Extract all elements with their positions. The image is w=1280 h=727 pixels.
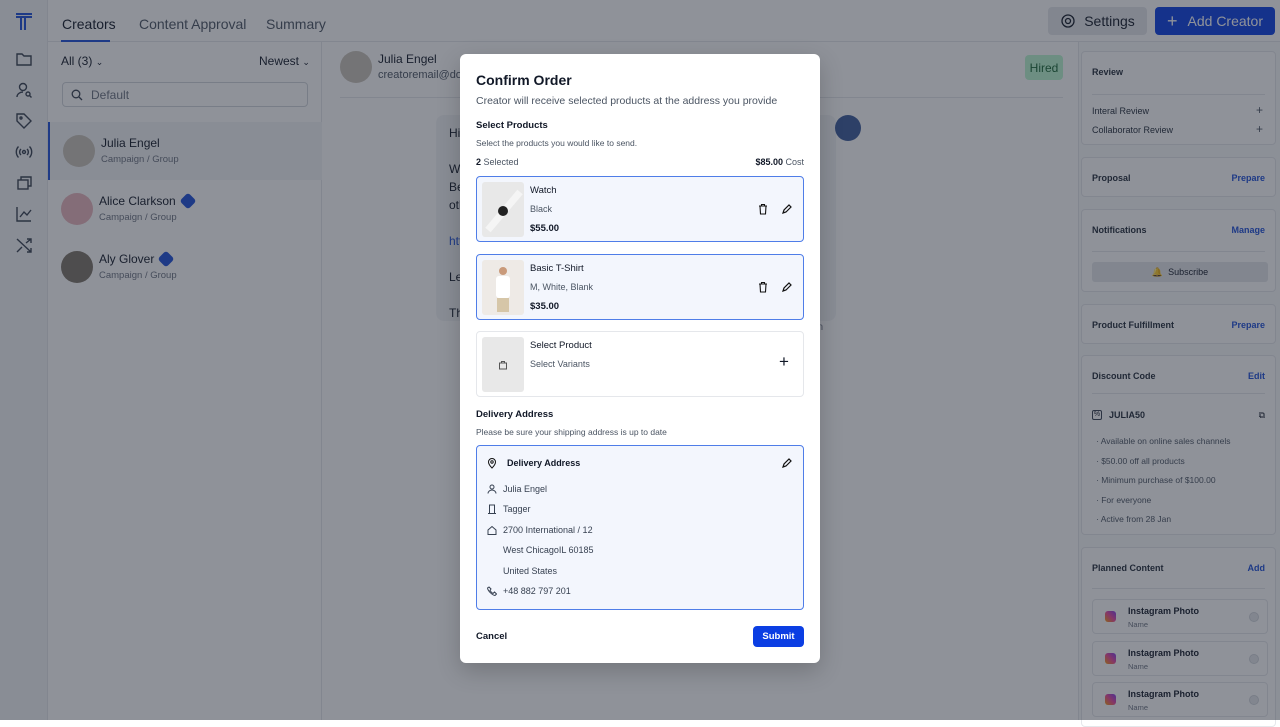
section-subtitle: Select the products you would like to se… bbox=[476, 138, 638, 148]
address-phone: +48 882 797 201 bbox=[503, 586, 571, 596]
address-street: 2700 International / 12 bbox=[503, 525, 593, 535]
address-name: Julia Engel bbox=[503, 484, 548, 494]
plus-icon[interactable]: + bbox=[779, 352, 789, 372]
modal-subtitle: Creator will receive selected products a… bbox=[476, 95, 778, 107]
building-icon bbox=[487, 504, 497, 514]
product-variant: Select Variants bbox=[530, 359, 590, 369]
home-icon bbox=[487, 525, 497, 535]
address-country: United States bbox=[503, 566, 558, 576]
product-name: Select Product bbox=[530, 340, 592, 351]
product-name: Basic T-Shirt bbox=[530, 263, 584, 274]
product-variant: M, White, Blank bbox=[530, 282, 594, 292]
section-title: Select Products bbox=[476, 120, 548, 131]
product-name: Watch bbox=[530, 185, 557, 196]
pencil-icon[interactable] bbox=[781, 457, 793, 469]
user-icon bbox=[487, 484, 497, 494]
product-card[interactable]: Basic T-Shirt M, White, Blank $35.00 bbox=[476, 254, 804, 320]
modal-title: Confirm Order bbox=[476, 72, 572, 88]
shopping-bag-icon bbox=[482, 337, 524, 392]
pencil-icon[interactable] bbox=[781, 203, 793, 215]
total-cost: $85.00 Cost bbox=[755, 157, 804, 167]
selected-count: 2 Selected bbox=[476, 157, 519, 167]
select-product-card[interactable]: Select Product Select Variants + bbox=[476, 331, 804, 397]
phone-icon bbox=[487, 586, 497, 596]
confirm-order-modal: Confirm Order Creator will receive selec… bbox=[460, 54, 820, 663]
cancel-button[interactable]: Cancel bbox=[476, 631, 507, 642]
product-price: $55.00 bbox=[530, 223, 560, 234]
location-pin-icon bbox=[487, 458, 497, 469]
trash-icon[interactable] bbox=[757, 281, 769, 293]
submit-button[interactable]: Submit bbox=[753, 626, 804, 647]
section-title: Delivery Address bbox=[476, 409, 554, 420]
pencil-icon[interactable] bbox=[781, 281, 793, 293]
product-image-watch bbox=[482, 182, 524, 237]
address-header: Delivery Address bbox=[507, 458, 581, 468]
address-city: West ChicagoIL 60185 bbox=[503, 545, 594, 555]
product-image-tshirt bbox=[482, 260, 524, 315]
product-card[interactable]: Watch Black $55.00 bbox=[476, 176, 804, 242]
trash-icon[interactable] bbox=[757, 203, 769, 215]
delivery-address-card: Delivery Address Julia Engel Tagger 2700… bbox=[476, 445, 804, 610]
address-company: Tagger bbox=[503, 504, 531, 514]
product-price: $35.00 bbox=[530, 301, 560, 312]
section-subtitle: Please be sure your shipping address is … bbox=[476, 427, 667, 437]
product-variant: Black bbox=[530, 204, 553, 214]
